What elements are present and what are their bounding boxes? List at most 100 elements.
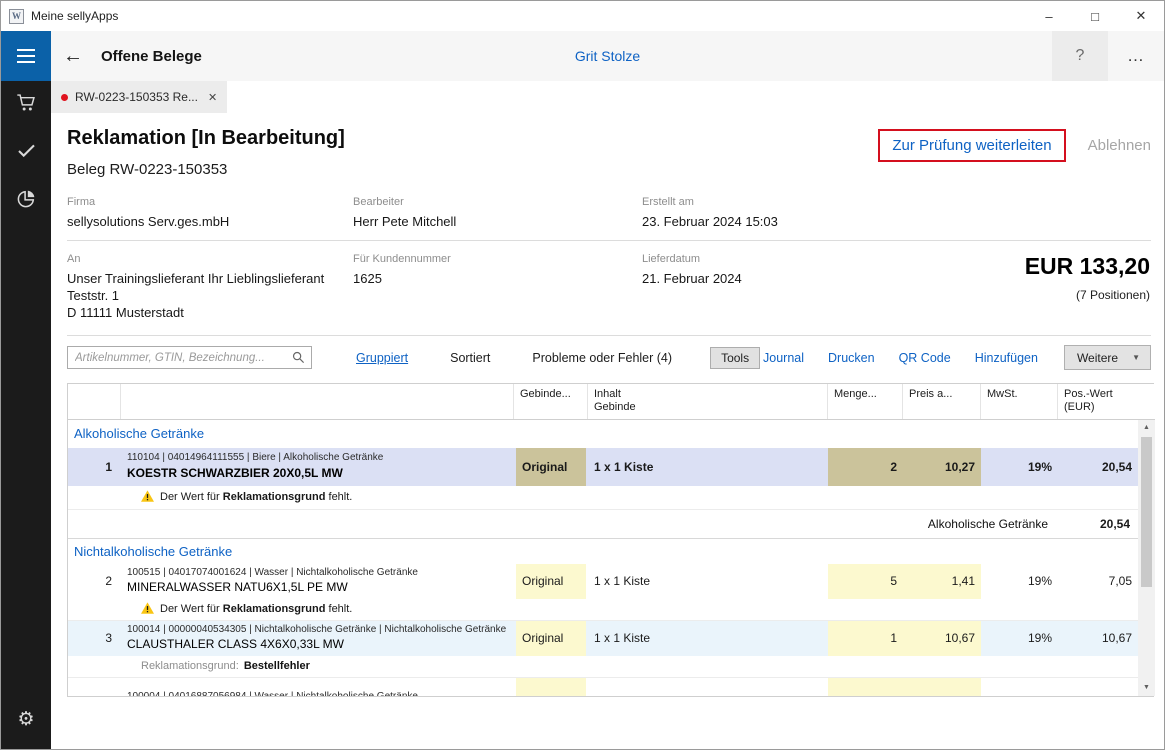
qr-code-link[interactable]: QR Code bbox=[899, 351, 951, 365]
warning-text: Der Wert für Reklamationsgrund fehlt. bbox=[160, 603, 352, 615]
pos-wert-cell: 7,05 bbox=[1058, 564, 1138, 599]
group-header-nichtalkoholische[interactable]: Nichtalkoholische Getränke bbox=[68, 539, 1138, 564]
field-row-1: Firma sellysolutions Serv.ges.mbH Bearbe… bbox=[67, 184, 1151, 241]
bearbeiter-label: Bearbeiter bbox=[353, 196, 642, 208]
reject-button[interactable]: Ablehnen bbox=[1088, 137, 1151, 154]
warning-text: Der Wert für Reklamationsgrund fehlt. bbox=[160, 491, 352, 503]
erstellt-am-label: Erstellt am bbox=[642, 196, 1151, 208]
warning-icon bbox=[141, 490, 154, 505]
header-gebinde[interactable]: Gebinde... bbox=[514, 384, 588, 420]
header-menge[interactable]: Menge... bbox=[828, 384, 903, 420]
mwst-cell bbox=[981, 678, 1058, 696]
menge-cell[interactable] bbox=[828, 678, 903, 696]
row-number bbox=[68, 678, 121, 696]
table-row[interactable]: 2 100515 | 04017074001624 | Wasser | Nic… bbox=[68, 564, 1138, 599]
gebinde-cell[interactable]: Original bbox=[516, 448, 586, 486]
warning-icon bbox=[141, 602, 154, 617]
header-article bbox=[121, 384, 514, 420]
menge-cell[interactable]: 1 bbox=[828, 621, 903, 656]
scroll-up-icon[interactable]: ▲ bbox=[1138, 420, 1155, 436]
preis-cell[interactable]: 1,41 bbox=[903, 564, 981, 599]
maximize-button[interactable]: □ bbox=[1072, 1, 1118, 31]
gebinde-cell[interactable]: Original bbox=[516, 564, 586, 599]
article-name: CLAUSTHALER CLASS 4X6X0,33L MW bbox=[127, 636, 344, 653]
article-description: 100515 | 04017074001624 | Wasser | Nicht… bbox=[121, 564, 514, 599]
back-button[interactable]: ← bbox=[51, 45, 95, 68]
sort-toggle[interactable]: Sortiert bbox=[450, 351, 490, 365]
menge-cell[interactable]: 5 bbox=[828, 564, 903, 599]
reklamationsgrund-label: Reklamationsgrund: bbox=[141, 660, 239, 672]
more-dropdown-label: Weitere bbox=[1077, 351, 1118, 365]
table-row[interactable]: 3 100014 | 00000040534305 | Nichtalkohol… bbox=[68, 621, 1138, 656]
header-preis[interactable]: Preis a... bbox=[903, 384, 981, 420]
header-inhalt-gebinde[interactable]: InhaltGebinde bbox=[588, 384, 828, 420]
page-title: Offene Belege bbox=[101, 48, 202, 65]
sidebar-item-cart[interactable] bbox=[1, 81, 51, 129]
scroll-down-icon[interactable]: ▼ bbox=[1138, 680, 1155, 696]
table-header-row: Gebinde... InhaltGebinde Menge... Preis … bbox=[68, 384, 1138, 420]
unsaved-indicator-dot bbox=[61, 94, 68, 101]
field-kundennummer: Für Kundennummer 1625 bbox=[353, 253, 642, 321]
lieferdatum-value: 21. Februar 2024 bbox=[642, 270, 872, 287]
hamburger-menu-button[interactable] bbox=[1, 31, 51, 81]
sidebar-item-settings[interactable]: ⚙ bbox=[1, 695, 51, 743]
positions-toolbar: Gruppiert Sortiert Probleme oder Fehler … bbox=[67, 345, 1151, 371]
more-dropdown-button[interactable]: Weitere ▼ bbox=[1064, 345, 1151, 370]
group-header-alkoholische[interactable]: Alkoholische Getränke bbox=[68, 420, 1138, 448]
hamburger-icon bbox=[17, 49, 35, 51]
sidebar-item-tasks[interactable] bbox=[1, 129, 51, 177]
minimize-button[interactable]: – bbox=[1026, 1, 1072, 31]
problems-filter[interactable]: Probleme oder Fehler (4) bbox=[532, 351, 672, 365]
cart-icon bbox=[16, 92, 37, 118]
tab-label: RW-0223-150353 Re... bbox=[75, 90, 198, 104]
field-row-2: An Unser Trainingslieferant Ihr Liebling… bbox=[67, 241, 1151, 335]
menge-cell[interactable]: 2 bbox=[828, 448, 903, 486]
kundennummer-value: 1625 bbox=[353, 270, 642, 287]
field-firma: Firma sellysolutions Serv.ges.mbH bbox=[67, 196, 353, 230]
scrollbar-thumb[interactable] bbox=[1141, 437, 1152, 587]
article-meta: 100515 | 04017074001624 | Wasser | Nicht… bbox=[127, 566, 418, 580]
article-description: 100004 | 04016887056984 | Wasser | Nicht… bbox=[121, 678, 514, 696]
sidebar-item-statistics[interactable] bbox=[1, 177, 51, 225]
an-label: An bbox=[67, 253, 353, 265]
article-meta: 100014 | 00000040534305 | Nichtalkoholis… bbox=[127, 623, 506, 637]
table-row[interactable]: 1 110104 | 04014964111555 | Biere | Alko… bbox=[68, 448, 1138, 486]
close-button[interactable]: ✕ bbox=[1118, 1, 1164, 31]
chevron-down-icon: ▼ bbox=[1118, 353, 1150, 362]
table-row[interactable]: 100004 | 04016887056984 | Wasser | Nicht… bbox=[68, 678, 1138, 696]
pos-wert-cell bbox=[1058, 678, 1138, 696]
preis-cell[interactable]: 10,67 bbox=[903, 621, 981, 656]
journal-link[interactable]: Journal bbox=[763, 351, 804, 365]
scrollbar-header-pad bbox=[1138, 384, 1155, 420]
header-mwst[interactable]: MwSt. bbox=[981, 384, 1058, 420]
more-options-button[interactable]: … bbox=[1108, 31, 1164, 81]
search-input[interactable] bbox=[67, 346, 312, 369]
search-icon[interactable] bbox=[292, 351, 305, 369]
preis-cell[interactable]: 10,27 bbox=[903, 448, 981, 486]
tab-strip: RW-0223-150353 Re... ✕ bbox=[51, 81, 1164, 113]
tools-button[interactable]: Tools bbox=[710, 347, 760, 369]
gebinde-cell[interactable] bbox=[516, 678, 586, 696]
preis-cell[interactable] bbox=[903, 678, 981, 696]
print-link[interactable]: Drucken bbox=[828, 351, 875, 365]
current-user[interactable]: Grit Stolze bbox=[51, 48, 1164, 64]
row-number: 2 bbox=[68, 564, 121, 599]
tab-document[interactable]: RW-0223-150353 Re... ✕ bbox=[51, 81, 227, 113]
warning-row: Der Wert für Reklamationsgrund fehlt. bbox=[68, 599, 1138, 621]
group-toggle[interactable]: Gruppiert bbox=[356, 351, 408, 365]
help-button[interactable]: ? bbox=[1052, 31, 1108, 81]
add-link[interactable]: Hinzufügen bbox=[975, 351, 1038, 365]
scrollbar-track[interactable]: ▲ ▼ bbox=[1138, 420, 1155, 696]
tab-close-icon[interactable]: ✕ bbox=[208, 91, 217, 104]
an-line1: Unser Trainingslieferant Ihr Lieblingsli… bbox=[67, 270, 353, 287]
pos-wert-cell: 20,54 bbox=[1058, 448, 1138, 486]
mwst-cell: 19% bbox=[981, 564, 1058, 599]
group-subtotal-row: Alkoholische Getränke 20,54 bbox=[68, 510, 1138, 539]
row-number: 3 bbox=[68, 621, 121, 656]
reklamationsgrund-value: Bestellfehler bbox=[244, 660, 310, 672]
gebinde-cell[interactable]: Original bbox=[516, 621, 586, 656]
forward-for-review-button[interactable]: Zur Prüfung weiterleiten bbox=[878, 129, 1065, 162]
article-meta: 110104 | 04014964111555 | Biere | Alkoho… bbox=[127, 451, 383, 465]
article-name: MINERALWASSER NATU6X1,5L PE MW bbox=[127, 579, 348, 596]
header-pos-wert[interactable]: Pos.-Wert(EUR) bbox=[1058, 384, 1138, 420]
